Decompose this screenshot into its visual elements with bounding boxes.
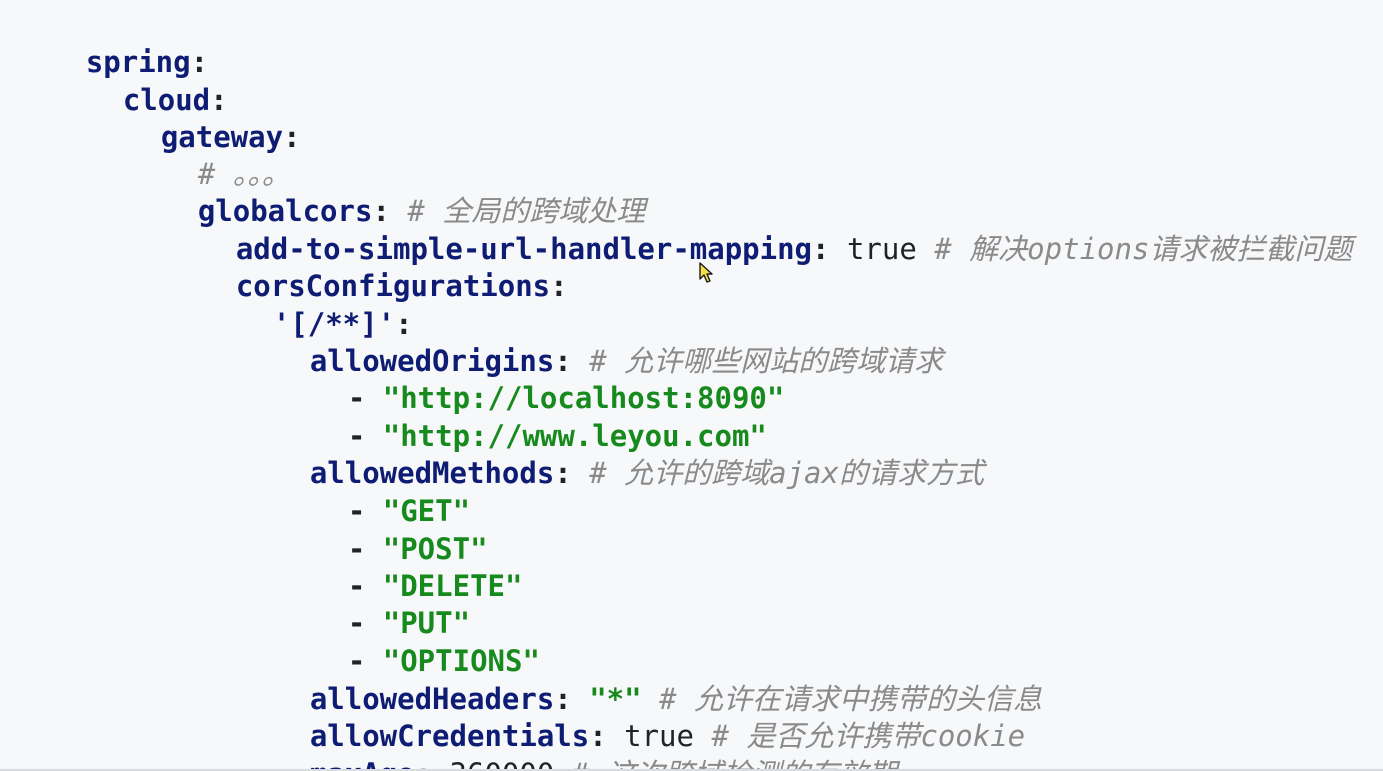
code-line: # 。。。 xyxy=(128,120,291,191)
code-line: globalcors: # 全局的跨域处理 xyxy=(128,157,645,228)
code-line: - "OPTIONS" xyxy=(278,607,540,678)
code-line: - "http://www.leyou.com" xyxy=(278,382,767,453)
code-line: - "POST" xyxy=(278,495,488,566)
code-line: allowedMethods: # 允许的跨域ajax的请求方式 xyxy=(240,419,984,490)
yaml-separator: : xyxy=(812,232,830,266)
yaml-comment: # 解决options请求被拦截问题 xyxy=(934,232,1353,266)
code-line: allowedOrigins: # 允许哪些网站的跨域请求 xyxy=(240,307,943,378)
yaml-separator: : xyxy=(554,456,572,490)
yaml-separator: : xyxy=(550,269,568,303)
code-line: - "PUT" xyxy=(278,569,470,640)
mouse-pointer-icon xyxy=(699,262,713,283)
code-line: corsConfigurations: xyxy=(166,232,568,303)
code-line: - "GET" xyxy=(278,457,470,528)
code-line: maxAge: 360000 # 这次跨域检测的有效期 xyxy=(240,720,897,771)
yaml-value: true xyxy=(846,232,917,266)
code-line: allowCredentials: true # 是否允许携带cookie xyxy=(240,682,1025,753)
code-line: gateway: xyxy=(91,83,301,154)
code-line: add-to-simple-url-handler-mapping: true … xyxy=(166,195,1353,266)
code-line: allowedHeaders: "*" # 允许在请求中携带的头信息 xyxy=(240,645,1042,716)
code-line: - "DELETE" xyxy=(278,532,523,603)
yaml-comment: # 允许的跨域ajax的请求方式 xyxy=(589,456,984,490)
code-line: '[/**]': xyxy=(203,270,413,341)
code-line: cloud: xyxy=(53,46,228,117)
code-line: - "http://localhost:8090" xyxy=(278,344,785,415)
code-line: spring: xyxy=(16,8,208,79)
yaml-code-editor[interactable]: spring: cloud: gateway: # 。。。 globalcors… xyxy=(0,0,1383,771)
